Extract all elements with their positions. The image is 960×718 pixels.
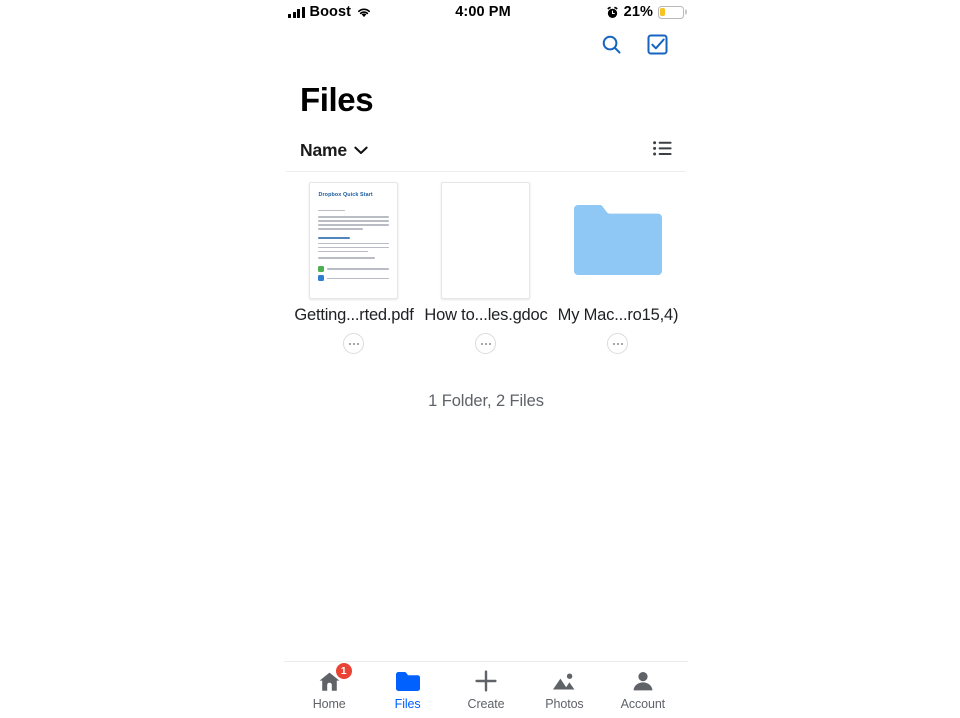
- tab-account[interactable]: Account: [604, 662, 682, 718]
- wifi-icon: [358, 8, 371, 18]
- grid-item-pdf[interactable]: Dropbox Quick Start Getting...rted.pdf: [288, 180, 420, 355]
- person-glyph: [633, 671, 653, 690]
- battery-icon: [658, 5, 684, 19]
- alarm-clock-icon: [606, 6, 618, 18]
- person-icon: [632, 669, 654, 693]
- tab-label-files: Files: [394, 697, 421, 711]
- folder-icon: [395, 669, 420, 693]
- tab-label-account: Account: [620, 697, 666, 711]
- thumbnail-wrap: [420, 180, 552, 300]
- search-glyph: [602, 35, 621, 54]
- home-badge: 1: [335, 663, 352, 679]
- file-grid: Dropbox Quick Start Getting...rted.pdf H…: [284, 172, 688, 355]
- grid-item-folder[interactable]: My Mac...ro15,4): [552, 180, 684, 355]
- more-options-button[interactable]: [343, 333, 365, 355]
- tab-files[interactable]: Files: [368, 662, 446, 718]
- list-view-glyph: [653, 141, 672, 156]
- file-count-summary: 1 Folder, 2 Files: [428, 392, 544, 411]
- nav-action-bar: [284, 24, 688, 64]
- sort-by-label: Name: [300, 140, 347, 161]
- tab-create[interactable]: Create: [447, 662, 525, 718]
- status-bar-left: Boost: [288, 4, 408, 20]
- tab-label-create: Create: [467, 697, 505, 711]
- battery-percent: 21%: [623, 4, 653, 20]
- page-title: Files: [300, 81, 374, 118]
- tab-label-photos: Photos: [545, 697, 584, 711]
- file-name: Getting...rted.pdf: [294, 306, 414, 325]
- folder-name: My Mac...ro15,4): [557, 306, 679, 325]
- list-view-icon[interactable]: [653, 141, 672, 161]
- gdoc-thumbnail: [441, 181, 531, 299]
- tab-photos[interactable]: Photos: [525, 662, 603, 718]
- pdf-thumbnail-title: Dropbox Quick Start: [318, 191, 373, 198]
- bottom-tab-bar: 1 Home Files Create Photos Account: [284, 661, 688, 718]
- folder-tab-glyph: [395, 671, 420, 691]
- folder-glyph: [573, 205, 662, 276]
- thumbnail-wrap: Dropbox Quick Start: [288, 180, 420, 300]
- signal-bars-icon: [288, 6, 305, 18]
- home-icon: 1: [318, 663, 352, 693]
- plus-glyph: [475, 670, 497, 692]
- carrier-name: Boost: [309, 4, 352, 20]
- pdf-thumbnail-content: Dropbox Quick Start: [310, 183, 397, 282]
- status-bar-time: 4:00 PM: [455, 4, 511, 20]
- checkbox-glyph: [646, 33, 668, 55]
- sort-by-button[interactable]: Name: [300, 140, 368, 161]
- tab-home[interactable]: 1 Home: [290, 662, 368, 718]
- pdf-thumbnail: Dropbox Quick Start: [309, 181, 399, 299]
- tab-label-home: Home: [312, 697, 346, 711]
- chevron-down-icon: [354, 146, 368, 155]
- search-icon[interactable]: [596, 29, 626, 59]
- folder-icon: [570, 203, 666, 277]
- file-name: How to...les.gdoc: [424, 306, 548, 325]
- photos-icon: [552, 669, 576, 693]
- plus-icon: [474, 669, 498, 693]
- more-options-button[interactable]: [475, 333, 497, 355]
- thumbnail-wrap: [552, 180, 684, 300]
- sort-row: Name: [284, 118, 688, 171]
- more-options-button[interactable]: [607, 333, 629, 355]
- grid-item-gdoc[interactable]: How to...les.gdoc: [420, 180, 552, 355]
- phone-screen: Boost 4:00 PM 21% Files Name Dropbox Qui…: [284, 0, 688, 718]
- status-bar: Boost 4:00 PM 21%: [284, 0, 688, 24]
- checkbox-check-icon[interactable]: [642, 29, 672, 59]
- photos-glyph: [553, 673, 575, 689]
- status-bar-right: 21%: [564, 4, 684, 20]
